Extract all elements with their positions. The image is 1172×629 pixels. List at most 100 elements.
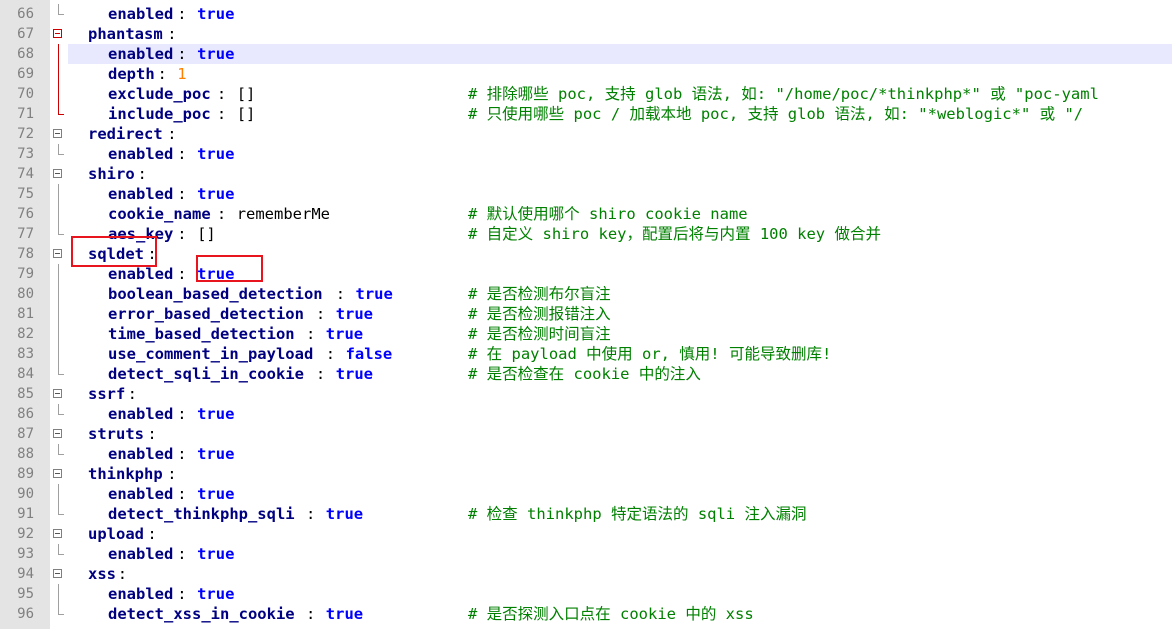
line-number: 93 (17, 546, 34, 562)
line-number: 76 (17, 206, 34, 222)
yaml-colon: : (167, 465, 177, 483)
fold-toggle-icon[interactable] (53, 569, 62, 578)
code-line[interactable]: 88 enabled: true (0, 444, 1172, 464)
code-line[interactable]: 68 enabled: true (0, 44, 1172, 64)
code-text: aes_key: [] # 自定义 shiro key，配置后将与内置 100 ke… (68, 224, 1172, 244)
line-number: 90 (17, 486, 34, 502)
code-line[interactable]: 86 enabled: true (0, 404, 1172, 424)
yaml-colon: : (315, 305, 326, 323)
code-line[interactable]: 85 ssrf: (0, 384, 1172, 404)
line-number: 78 (17, 246, 34, 262)
yaml-key: thinkphp (88, 465, 163, 483)
fold-toggle-icon[interactable] (53, 249, 62, 258)
code-line[interactable]: 77 aes_key: [] # 自定义 shiro key，配置后将与内置 100 … (0, 224, 1172, 244)
yaml-value: true (355, 285, 393, 303)
yaml-colon: : (177, 145, 187, 163)
yaml-value: true (197, 5, 235, 23)
fold-guide-end (58, 154, 64, 155)
fold-guide-end (58, 454, 64, 455)
code-line[interactable]: 80 boolean_based_detection: true # 是否检测布尔盲注 (0, 284, 1172, 304)
yaml-key: upload (88, 525, 144, 543)
code-editor[interactable]: 66 enabled: true 67 phantasm:68 enabled: true 6… (0, 4, 1172, 624)
fold-toggle-icon[interactable] (53, 469, 62, 478)
code-line[interactable]: 82 time_based_detection: true # 是否检测时间盲注 (0, 324, 1172, 344)
code-line[interactable]: 79 enabled: true (0, 264, 1172, 284)
code-text: ssrf: (68, 384, 1172, 404)
code-line[interactable]: 70 exclude_poc: [] # 排除哪些 poc, 支持 glob 语法, … (0, 84, 1172, 104)
code-text: upload: (68, 524, 1172, 544)
code-line[interactable]: 95 enabled: true (0, 584, 1172, 604)
code-text: enabled: true (68, 144, 1172, 164)
fold-guide-line (58, 44, 59, 64)
fold-guide-line (58, 324, 59, 344)
fold-guide-end (58, 514, 64, 515)
code-line[interactable]: 74 shiro: (0, 164, 1172, 184)
code-line[interactable]: 92 upload: (0, 524, 1172, 544)
code-line[interactable]: 96 detect_xss_in_cookie: true # 是否探测入口点在 co… (0, 604, 1172, 624)
yaml-colon: : (216, 85, 227, 103)
yaml-key: boolean_based_detection (108, 285, 323, 303)
yaml-value: false (345, 345, 393, 363)
line-number: 85 (17, 386, 34, 402)
fold-toggle-icon[interactable] (53, 169, 62, 178)
code-line[interactable]: 83 use_comment_in_payload: false # 在 payloa… (0, 344, 1172, 364)
code-line[interactable]: 75 enabled: true (0, 184, 1172, 204)
code-line[interactable]: 91 detect_thinkphp_sqli: true # 检查 thinkphp… (0, 504, 1172, 524)
code-text: use_comment_in_payload: false # 在 payload … (68, 344, 1172, 364)
code-text: xss: (68, 564, 1172, 584)
code-text: enabled: true (68, 184, 1172, 204)
yaml-key: enabled (108, 145, 174, 163)
fold-guide-line (58, 544, 59, 554)
code-line[interactable]: 66 enabled: true (0, 4, 1172, 24)
yaml-value: [] (236, 85, 256, 103)
yaml-colon: : (177, 585, 187, 603)
yaml-comment: # 是否检查在 cookie 中的注入 (468, 365, 701, 383)
fold-guide-line (58, 364, 59, 374)
code-text: shiro: (68, 164, 1172, 184)
fold-guide-line (58, 504, 59, 514)
yaml-colon: : (177, 545, 187, 563)
code-line[interactable]: 93 enabled: true (0, 544, 1172, 564)
fold-guide-line (58, 444, 59, 454)
code-line[interactable]: 73 enabled: true (0, 144, 1172, 164)
yaml-colon: : (177, 185, 187, 203)
code-line[interactable]: 81 error_based_detection: true # 是否检测报错注入 (0, 304, 1172, 324)
yaml-colon: : (147, 425, 157, 443)
code-line[interactable]: 87 struts: (0, 424, 1172, 444)
code-text: thinkphp: (68, 464, 1172, 484)
yaml-value: [] (197, 225, 216, 243)
code-line[interactable]: 89 thinkphp: (0, 464, 1172, 484)
yaml-comment: # 检查 thinkphp 特定语法的 sqli 注入漏洞 (468, 505, 807, 523)
fold-toggle-icon[interactable] (53, 389, 62, 398)
fold-toggle-icon[interactable] (53, 129, 62, 138)
yaml-colon: : (216, 105, 227, 123)
code-line[interactable]: 94 xss: (0, 564, 1172, 584)
yaml-key: xss (88, 565, 116, 583)
code-line[interactable]: 67 phantasm: (0, 24, 1172, 44)
yaml-value: true (325, 605, 364, 623)
yaml-colon: : (117, 565, 128, 583)
code-line[interactable]: 71 include_poc: [] # 只使用哪些 poc / 加载本地 poc, … (0, 104, 1172, 124)
fold-toggle-icon[interactable] (53, 29, 62, 38)
yaml-key: error_based_detection (108, 305, 304, 323)
yaml-colon: : (177, 225, 187, 243)
fold-toggle-icon[interactable] (53, 529, 62, 538)
code-line[interactable]: 78 sqldet: (0, 244, 1172, 264)
code-text: exclude_poc: [] # 排除哪些 poc, 支持 glob 语法, 如:… (68, 84, 1172, 104)
line-number: 88 (17, 446, 34, 462)
code-text: sqldet: (68, 244, 1172, 264)
code-line[interactable]: 84 detect_sqli_in_cookie: true # 是否检查在 cook… (0, 364, 1172, 384)
fold-guide-line (58, 344, 59, 364)
yaml-key: redirect (88, 125, 163, 143)
yaml-value: true (197, 265, 235, 283)
code-line[interactable]: 90 enabled: true (0, 484, 1172, 504)
code-text: time_based_detection: true # 是否检测时间盲注 (68, 324, 1172, 344)
yaml-key: enabled (108, 5, 174, 23)
code-text: enabled: true (68, 44, 1172, 64)
fold-guide-end (58, 14, 64, 15)
fold-toggle-icon[interactable] (53, 429, 62, 438)
code-line[interactable]: 69 depth:1 (0, 64, 1172, 84)
yaml-comment: # 在 payload 中使用 or, 慎用! 可能导致删库! (468, 345, 832, 363)
code-line[interactable]: 76 cookie_name: rememberMe # 默认使用哪个 shiro c… (0, 204, 1172, 224)
code-line[interactable]: 72 redirect: (0, 124, 1172, 144)
